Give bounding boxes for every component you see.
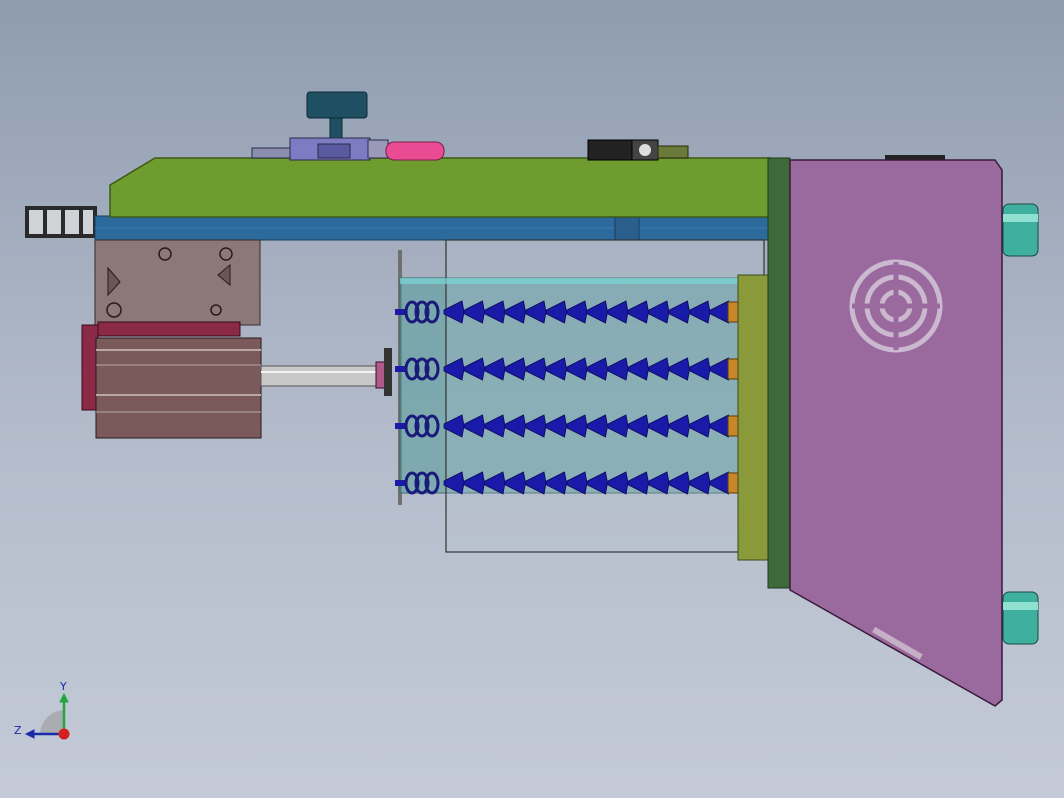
standoff-bottom bbox=[1002, 591, 1039, 645]
pressure-knob bbox=[306, 91, 368, 139]
proximity-sensor bbox=[587, 139, 689, 161]
piston-rod bbox=[260, 348, 392, 396]
x-axis-dot bbox=[58, 728, 70, 740]
carriage-block bbox=[94, 239, 261, 337]
coordinate-triad: Y Z bbox=[14, 680, 70, 740]
cad-assembly-drawing: Y Z bbox=[14, 91, 1039, 740]
vent-grill-icon bbox=[849, 259, 943, 353]
y-axis-head bbox=[59, 692, 69, 703]
cad-viewport[interactable]: Y Z bbox=[0, 0, 1064, 798]
pneumatic-valve bbox=[251, 137, 389, 161]
z-axis-label: Z bbox=[14, 724, 22, 737]
air-cylinder bbox=[81, 324, 262, 439]
side-door-panel bbox=[789, 155, 1003, 707]
linear-rail bbox=[94, 215, 771, 241]
nozzle-enclosure bbox=[398, 239, 765, 553]
standoff-top bbox=[1002, 203, 1039, 257]
top-plate bbox=[109, 157, 771, 218]
pink-fitting bbox=[385, 141, 445, 161]
y-axis-label: Y bbox=[59, 680, 67, 693]
cable-chain bbox=[25, 206, 97, 238]
mount-plate bbox=[737, 274, 769, 561]
vertical-bracket bbox=[767, 157, 791, 589]
z-axis-head bbox=[24, 729, 35, 739]
